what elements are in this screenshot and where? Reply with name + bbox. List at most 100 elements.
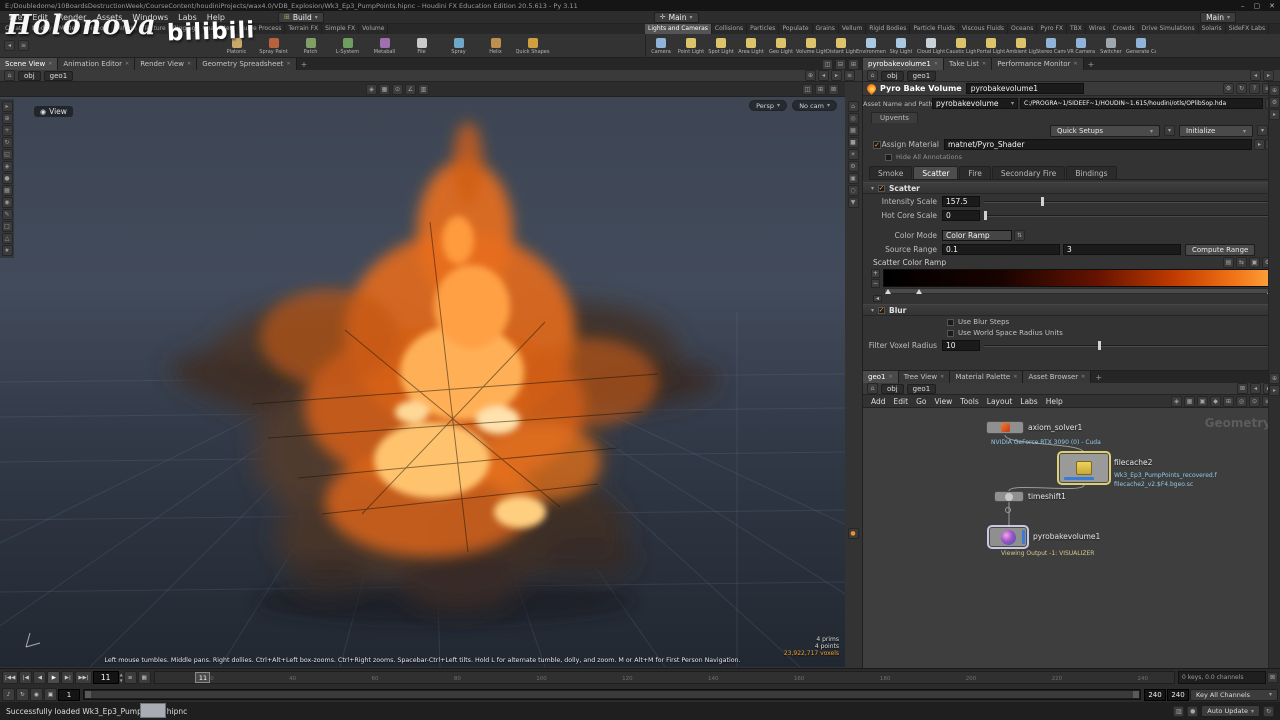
grid-toggle-icon[interactable]: ▦ xyxy=(847,125,859,136)
shelf-tab[interactable]: Pyro FX xyxy=(1037,24,1068,34)
shelf-tool[interactable]: Switcher xyxy=(1096,34,1126,58)
network-menu-item[interactable]: Tools xyxy=(956,397,982,406)
param-tab[interactable]: Bindings xyxy=(1066,166,1117,179)
maximize-button[interactable]: ▢ xyxy=(1254,2,1261,10)
shelf-tab[interactable]: SideFX Labs xyxy=(1226,24,1270,34)
setup-menu-icon[interactable]: ▾ xyxy=(1164,125,1175,136)
net-frame-icon[interactable]: ◎ xyxy=(1236,395,1247,407)
pane-tab[interactable]: Animation Editor ✕ xyxy=(58,58,136,70)
shelf-tab[interactable]: Modify xyxy=(29,24,56,34)
pane-tab[interactable]: Performance Monitor ✕ xyxy=(992,58,1084,70)
step-back-button[interactable]: ◀ xyxy=(33,671,47,684)
ramp-marker[interactable] xyxy=(916,289,923,294)
asset-path-field[interactable]: C:/PROGRA~1/SIDEEF~1/HOUDIN~1.615/houdin… xyxy=(1020,98,1263,109)
close-tab-icon[interactable]: ✕ xyxy=(1073,61,1077,67)
close-tab-icon[interactable]: ✕ xyxy=(982,61,986,67)
cook-indicator-icon[interactable]: ● xyxy=(1187,705,1199,717)
audio-toggle-button[interactable]: ♪ xyxy=(2,688,15,701)
home-icon[interactable]: ⌂ xyxy=(867,383,878,394)
frame-view-icon[interactable]: ◎ xyxy=(847,113,859,124)
shelf-tool[interactable]: Portal Light xyxy=(976,34,1006,58)
network-menu-item[interactable]: Add xyxy=(867,397,890,406)
blur-enable-checkbox[interactable]: ✓ xyxy=(878,306,886,314)
translate-tool-icon[interactable]: + xyxy=(1,125,13,136)
net-pin-icon[interactable]: ⊕ xyxy=(1269,373,1280,384)
go-to-end-button[interactable]: ▶▶| xyxy=(75,671,92,684)
shelf-tool[interactable]: L-System xyxy=(329,34,366,58)
shelf-tab[interactable]: Collisions xyxy=(712,24,748,34)
shelf-tool[interactable]: Spray xyxy=(440,34,477,58)
loop-mode-button[interactable]: ↻ xyxy=(16,688,29,701)
shelf-tab[interactable]: Simple FX xyxy=(322,24,360,34)
shelf-tab[interactable]: Character xyxy=(199,24,237,34)
go-to-start-button[interactable]: |◀◀ xyxy=(2,671,19,684)
filter-voxel-field[interactable]: 10 xyxy=(942,340,980,351)
folder-tab[interactable]: Upvents xyxy=(871,112,918,123)
net-expand-icon[interactable]: ▸ xyxy=(1269,385,1280,396)
range-start-field[interactable]: 1 xyxy=(58,688,80,701)
hot-core-scale-slider[interactable] xyxy=(984,210,1270,221)
timeline-ruler[interactable]: 20406080100120140160180200220240 11 xyxy=(153,671,1175,684)
annotation-checkbox[interactable] xyxy=(885,153,892,161)
shelf-tool[interactable]: Metaball xyxy=(366,34,403,58)
shelf-tab[interactable]: Grains xyxy=(813,24,839,34)
shelf-tab[interactable]: Populate xyxy=(779,24,813,34)
net-snap-icon[interactable]: ◈ xyxy=(1171,395,1182,407)
shelf-tool[interactable]: Distant Light xyxy=(826,34,856,58)
pane-tab[interactable]: Material Palette ✕ xyxy=(950,371,1024,383)
ramp-reverse-icon[interactable]: ⇆ xyxy=(1236,257,1247,268)
net-grid-icon[interactable]: ▦ xyxy=(1184,395,1195,407)
new-pane-tab-button[interactable]: + xyxy=(1091,373,1106,382)
sim-toggle-button[interactable]: ◉ xyxy=(30,688,43,701)
sculpt-tool-icon[interactable]: ▦ xyxy=(1,185,13,196)
network-menu-item[interactable]: Edit xyxy=(890,397,913,406)
pane-tab[interactable]: Take List ✕ xyxy=(944,58,993,70)
new-pane-tab-button[interactable]: + xyxy=(1084,60,1099,69)
breadcrumb-geo1[interactable]: geo1 xyxy=(906,383,937,394)
breadcrumb-obj[interactable]: obj xyxy=(881,383,904,394)
pane-tab[interactable]: pyrobakevolume1 ✕ xyxy=(863,58,945,70)
pane-tab[interactable]: Scene View ✕ xyxy=(0,58,59,70)
shelf-tool[interactable]: Environment Light xyxy=(856,34,886,58)
pane-tab[interactable]: Asset Browser ✕ xyxy=(1023,371,1092,383)
filter-voxel-slider[interactable] xyxy=(984,340,1270,351)
pane-split-horizontal-icon[interactable]: ◫ xyxy=(822,58,833,70)
shelf-tab[interactable]: Texture xyxy=(141,24,170,34)
shelf-tab[interactable]: Viscous Fluids xyxy=(959,24,1009,34)
shelf-tool[interactable]: Patch xyxy=(292,34,329,58)
shelf-tab[interactable]: Vellum xyxy=(839,24,867,34)
shelf-tab[interactable]: TBX xyxy=(1067,24,1086,34)
play-button[interactable]: ▶ xyxy=(47,671,61,684)
param-tab[interactable]: Smoke xyxy=(869,166,913,179)
shelf-tool[interactable]: Volume Light xyxy=(796,34,826,58)
frame-down-icon[interactable]: ▼ xyxy=(120,678,123,683)
shelf-tool[interactable]: Spray Paint xyxy=(255,34,292,58)
ramp-marker-strip[interactable] xyxy=(884,288,1274,294)
desktop-selector[interactable]: ⊞ Build ▾ xyxy=(278,11,324,23)
shelf-tool[interactable]: Spot Light xyxy=(706,34,736,58)
shelf-tool[interactable]: Cloud Light xyxy=(916,34,946,58)
shelf-tab[interactable]: Drive Simulations xyxy=(1139,24,1199,34)
current-frame-field[interactable]: 11 xyxy=(92,671,119,684)
step-forward-button[interactable]: ▶| xyxy=(61,671,75,684)
close-tab-icon[interactable]: ✕ xyxy=(48,61,52,67)
close-tab-icon[interactable]: ✕ xyxy=(1081,374,1085,380)
playback-options-button[interactable]: ≡ xyxy=(123,671,137,684)
display-flag[interactable] xyxy=(1022,530,1025,544)
network-menu-item[interactable]: Labs xyxy=(1016,397,1041,406)
network-menu-item[interactable]: View xyxy=(930,397,956,406)
net-shape-icon[interactable]: ◆ xyxy=(1210,395,1221,407)
flipbook-icon[interactable]: ● xyxy=(847,528,859,539)
pane-tab[interactable]: Render View ✕ xyxy=(135,58,198,70)
breadcrumb-obj[interactable]: obj xyxy=(18,70,41,81)
shelf-tool[interactable]: Point Light xyxy=(676,34,706,58)
frame-up-icon[interactable]: ▲ xyxy=(120,672,123,677)
bbox-tool-icon[interactable]: □ xyxy=(1,221,13,232)
param-tab[interactable]: Fire xyxy=(959,166,991,179)
shelf-tool[interactable]: Sky Light xyxy=(886,34,916,58)
shelf-tool[interactable]: Camera xyxy=(646,34,676,58)
asset-name-dropdown[interactable]: pyrobakevolume ▾ xyxy=(932,98,1018,109)
close-tab-icon[interactable]: ✕ xyxy=(940,374,944,380)
paint-tool-icon[interactable]: ● xyxy=(1,173,13,184)
shelf-tool[interactable]: VR Camera xyxy=(1066,34,1096,58)
